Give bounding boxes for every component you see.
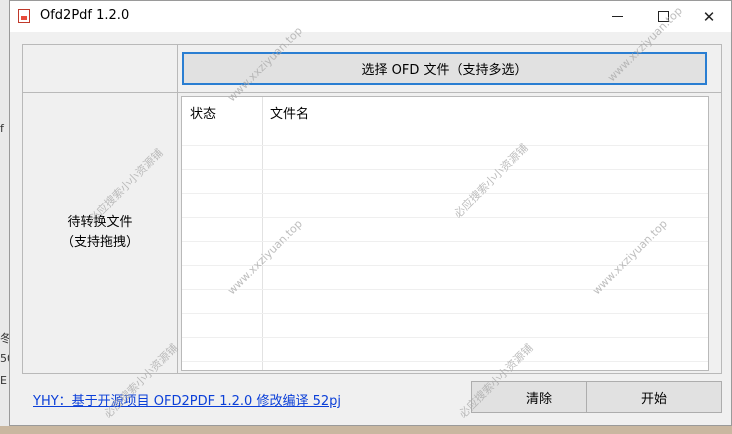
close-icon: ✕ — [702, 7, 716, 26]
pending-files-hint: （支持拖拽） — [60, 235, 139, 250]
project-info-link[interactable]: YHY：基于开源项目 OFD2PDF 1.2.0 修改编译 52pj — [33, 390, 341, 409]
column-separator — [262, 97, 263, 370]
background-text-fragment: f — [0, 122, 4, 135]
list-row-divider — [182, 145, 708, 146]
desktop-taskbar-strip — [0, 426, 732, 434]
list-row-divider — [182, 169, 708, 170]
maximize-icon — [657, 11, 669, 22]
list-row-divider — [182, 337, 708, 338]
grid-divider-horizontal — [23, 92, 721, 93]
list-row-divider — [182, 193, 708, 194]
title-bar[interactable]: Ofd2Pdf 1.2.0 ✕ — [10, 1, 731, 32]
column-header-status[interactable]: 状态 — [190, 103, 216, 122]
app-window: Ofd2Pdf 1.2.0 ✕ 选择 OFD 文件（支持多选） 待转换文件 （支… — [9, 0, 732, 426]
list-row-divider — [182, 265, 708, 266]
list-row-divider — [182, 313, 708, 314]
file-list[interactable]: 状态 文件名 — [181, 96, 709, 371]
window-title: Ofd2Pdf 1.2.0 — [40, 8, 130, 23]
list-row-divider — [182, 217, 708, 218]
list-row-divider — [182, 241, 708, 242]
layout-grid: 选择 OFD 文件（支持多选） 待转换文件 （支持拖拽） 状态 文件名 — [22, 44, 722, 374]
start-button[interactable]: 开始 — [586, 381, 722, 413]
maximize-button[interactable] — [640, 1, 686, 32]
column-header-filename[interactable]: 文件名 — [270, 103, 309, 122]
list-row-divider — [182, 361, 708, 362]
background-text-fragment: E — [0, 374, 7, 387]
minimize-icon — [611, 16, 623, 17]
list-row-divider — [182, 289, 708, 290]
minimize-button[interactable] — [594, 1, 640, 32]
pdf-app-icon — [18, 9, 30, 23]
select-ofd-files-button[interactable]: 选择 OFD 文件（支持多选） — [182, 52, 707, 85]
grid-divider-vertical — [177, 45, 178, 373]
pending-files-label: 待转换文件 （支持拖拽） — [23, 213, 177, 253]
pending-files-title: 待转换文件 — [67, 215, 133, 230]
close-button[interactable]: ✕ — [686, 1, 732, 32]
